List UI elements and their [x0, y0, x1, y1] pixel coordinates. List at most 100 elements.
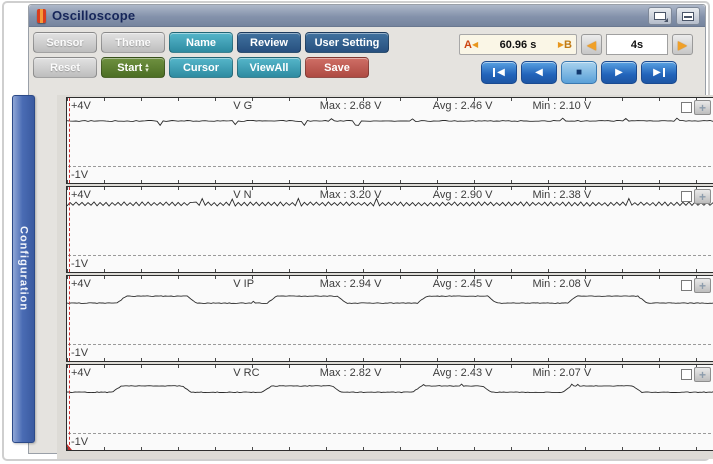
- cursor-a-label: A: [464, 39, 472, 51]
- tick-ruler-bottom: [67, 447, 713, 450]
- stop-button[interactable]: ■: [561, 61, 597, 84]
- start-button-label: Start: [117, 62, 142, 74]
- minus1v-gridline: [68, 344, 713, 345]
- cursor-button[interactable]: Cursor: [169, 57, 233, 78]
- restore-window-icon: [654, 12, 666, 20]
- title-bar[interactable]: Oscilloscope: [29, 5, 705, 27]
- save-button[interactable]: Save: [305, 57, 369, 78]
- play-button[interactable]: ▶: [601, 61, 637, 84]
- timebase-value-box[interactable]: 4s: [606, 34, 668, 55]
- channel-avg: Avg : 2.43 V: [433, 367, 493, 379]
- tick-ruler-bottom: [67, 180, 713, 183]
- skip-end-button[interactable]: ▶: [641, 61, 677, 84]
- theme-button[interactable]: Theme: [101, 32, 165, 53]
- channel-min: Min : 2.38 V: [533, 189, 592, 201]
- skip-end-triangle-icon: ▶: [653, 68, 661, 78]
- waveform-area: +4V V G Max : 2.68 V Avg : 2.46 V Min : …: [57, 95, 713, 459]
- channel-checkbox[interactable]: [681, 191, 692, 202]
- channel-name: V G: [233, 100, 252, 112]
- channel-checkbox[interactable]: [681, 280, 692, 291]
- reset-button[interactable]: Reset: [33, 57, 97, 78]
- name-button[interactable]: Name: [169, 32, 233, 53]
- channel-panel-vip: +4V V IP Max : 2.94 V Avg : 2.45 V Min :…: [66, 275, 713, 362]
- user-setting-button[interactable]: User Setting: [305, 32, 389, 53]
- plus-icon: +: [699, 191, 706, 203]
- sensor-button[interactable]: Sensor: [33, 32, 97, 53]
- play-icon: ▶: [615, 68, 623, 78]
- cursor-a-line[interactable]: [69, 187, 70, 272]
- channel-name: V RC: [233, 367, 259, 379]
- page: Oscilloscope Sensor Theme Name Review Us…: [0, 0, 713, 464]
- channel-min: Min : 2.08 V: [533, 278, 592, 290]
- minus1v-gridline: [68, 255, 713, 256]
- zoom-in-button[interactable]: +: [694, 100, 711, 115]
- skip-start-triangle-icon: ◀: [497, 68, 505, 78]
- cursor-b-label: B: [564, 39, 572, 51]
- viewall-button[interactable]: ViewAll: [237, 57, 301, 78]
- layout-window-button[interactable]: [676, 7, 700, 25]
- oscilloscope-window: Oscilloscope Sensor Theme Name Review Us…: [28, 4, 706, 454]
- right-triangle-icon: ▶: [678, 38, 687, 52]
- channel-checkbox[interactable]: [681, 369, 692, 380]
- channel-max: Max : 3.20 V: [320, 189, 382, 201]
- stop-icon: ■: [576, 68, 582, 78]
- scale-top-label: +4V: [71, 278, 91, 290]
- toolbar: Sensor Theme Name Review User Setting Re…: [29, 27, 705, 91]
- zoom-in-button[interactable]: +: [694, 367, 711, 382]
- ab-range-value: 60.96 s: [478, 39, 558, 51]
- review-button[interactable]: Review: [237, 32, 301, 53]
- step-back-icon: ◀: [535, 68, 543, 78]
- playback-controls: ◀ ◀ ■ ▶ ▶: [459, 61, 699, 84]
- tick-ruler-bottom: [67, 269, 713, 272]
- tick-ruler-bottom: [67, 358, 713, 361]
- channel-max: Max : 2.94 V: [320, 278, 382, 290]
- skip-start-bar-icon: [493, 68, 495, 77]
- cursor-a-line[interactable]: [69, 365, 70, 450]
- minus1v-gridline: [68, 433, 713, 434]
- channel-panel-vn: +4V V N Max : 3.20 V Avg : 2.90 V Min : …: [66, 186, 713, 273]
- channel-avg: Avg : 2.46 V: [433, 100, 493, 112]
- left-triangle-icon: ◀: [587, 38, 596, 52]
- waveform-vg: [67, 98, 713, 183]
- plus-icon: +: [699, 280, 706, 292]
- layout-window-icon: [682, 12, 694, 21]
- skip-start-button[interactable]: ◀: [481, 61, 517, 84]
- timebase-decrease-button[interactable]: ◀: [581, 34, 602, 55]
- channel-checkbox[interactable]: [681, 102, 692, 113]
- oscilloscope-app-icon: [37, 9, 46, 23]
- timebase-value: 4s: [631, 39, 643, 51]
- scale-top-label: +4V: [71, 100, 91, 112]
- minus1v-gridline: [68, 166, 713, 167]
- plus-icon: +: [699, 102, 706, 114]
- channel-name: V N: [233, 189, 251, 201]
- zoom-in-button[interactable]: +: [694, 278, 711, 293]
- waveform-vn: [67, 187, 713, 272]
- scale-top-label: +4V: [71, 367, 91, 379]
- plus-icon: +: [699, 369, 706, 381]
- zoom-in-button[interactable]: +: [694, 189, 711, 204]
- skip-end-bar-icon: [663, 68, 665, 77]
- channel-avg: Avg : 2.45 V: [433, 278, 493, 290]
- scale-top-label: +4V: [71, 189, 91, 201]
- configuration-tab[interactable]: Configuration: [12, 95, 35, 443]
- channel-max: Max : 2.68 V: [320, 100, 382, 112]
- channel-panel-vrc: +4V V RC Max : 2.82 V Avg : 2.43 V Min :…: [66, 364, 713, 451]
- channel-min: Min : 2.10 V: [533, 100, 592, 112]
- waveform-vrc: [67, 365, 713, 450]
- waveform-vip: [67, 276, 713, 361]
- step-back-button[interactable]: ◀: [521, 61, 557, 84]
- channel-avg: Avg : 2.90 V: [433, 189, 493, 201]
- start-button[interactable]: Start ▴▾: [101, 57, 165, 78]
- channel-name: V IP: [233, 278, 254, 290]
- ab-range-box[interactable]: A ◀ 60.96 s ▶ B: [459, 34, 577, 55]
- time-controls: A ◀ 60.96 s ▶ B ◀ 4s ▶ ◀ ◀ ■ ▶ ▶: [459, 34, 699, 84]
- spin-updown-icon: ▴▾: [145, 63, 149, 73]
- restore-window-button[interactable]: [648, 7, 672, 25]
- channel-min: Min : 2.07 V: [533, 367, 592, 379]
- cursor-a-line[interactable]: [69, 98, 70, 183]
- window-title: Oscilloscope: [52, 8, 135, 23]
- timebase-increase-button[interactable]: ▶: [672, 34, 693, 55]
- cursor-a-line[interactable]: [69, 276, 70, 361]
- channel-max: Max : 2.82 V: [320, 367, 382, 379]
- channel-panel-vg: +4V V G Max : 2.68 V Avg : 2.46 V Min : …: [66, 97, 713, 184]
